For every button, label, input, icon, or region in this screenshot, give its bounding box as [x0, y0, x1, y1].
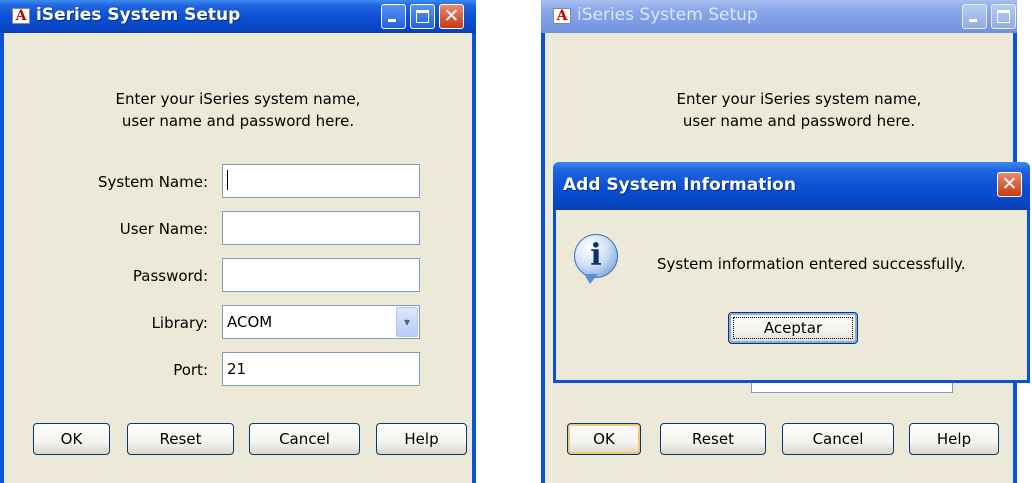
help-button[interactable]: Help [909, 423, 999, 455]
window-client-area: Enter your iSeries system name, user nam… [4, 33, 472, 483]
info-icon: i [574, 234, 618, 278]
system-name-label: System Name: [97, 173, 208, 191]
maximize-icon [997, 10, 1010, 23]
port-label: Port: [173, 361, 208, 379]
password-label: Password: [132, 267, 208, 285]
reset-button[interactable]: Reset [660, 423, 766, 455]
reset-button[interactable]: Reset [127, 423, 234, 455]
instructions: Enter your iSeries system name, user nam… [585, 88, 1013, 132]
app-icon: A [12, 8, 30, 24]
user-name-input[interactable] [222, 211, 420, 245]
library-label: Library: [151, 314, 208, 332]
instructions: Enter your iSeries system name, user nam… [4, 88, 472, 132]
dialog-title-bar[interactable]: Add System Information ✕ [553, 162, 1030, 210]
library-select[interactable]: ACOM ▾ [222, 305, 420, 339]
close-button[interactable]: ✕ [439, 4, 464, 29]
minimize-icon [388, 19, 396, 22]
help-button[interactable]: Help [376, 423, 467, 455]
minimize-icon [969, 19, 977, 22]
ok-button[interactable]: OK [567, 423, 641, 455]
dialog-client-area: i System information entered successfull… [556, 210, 1027, 380]
close-icon: ✕ [443, 5, 460, 27]
cancel-button[interactable]: Cancel [782, 423, 894, 455]
maximize-button[interactable] [410, 4, 435, 29]
dialog-message: System information entered successfully. [657, 255, 966, 273]
info-icon-tail [584, 274, 598, 284]
instructions-line-2: user name and password here. [121, 112, 355, 130]
add-system-information-dialog: Add System Information ✕ i System inform… [553, 162, 1030, 383]
close-icon: ✕ [1001, 173, 1018, 195]
aceptar-button[interactable]: Aceptar [728, 312, 858, 344]
title-bar[interactable]: A iSeries System Setup ✕ [0, 0, 476, 33]
dialog-close-button[interactable]: ✕ [997, 172, 1022, 197]
maximize-button[interactable] [991, 4, 1016, 29]
minimize-button[interactable] [962, 4, 987, 29]
cancel-button[interactable]: Cancel [249, 423, 360, 455]
title-bar[interactable]: A iSeries System Setup ✕ [541, 0, 1017, 33]
window-title: iSeries System Setup [577, 5, 758, 25]
chevron-down-icon[interactable]: ▾ [396, 307, 418, 337]
app-icon: A [553, 8, 571, 24]
maximize-icon [416, 10, 429, 23]
text-caret [227, 170, 228, 190]
window-title: iSeries System Setup [36, 5, 241, 25]
minimize-button[interactable] [381, 4, 406, 29]
user-name-label: User Name: [119, 220, 208, 238]
instructions-line-1: Enter your iSeries system name, [115, 90, 361, 108]
system-name-input[interactable] [222, 164, 420, 198]
instructions-line-2: user name and password here. [682, 112, 916, 130]
dialog-title: Add System Information [563, 175, 796, 195]
ok-button[interactable]: OK [33, 423, 110, 455]
focus-rectangle [733, 317, 853, 339]
setup-window-left: A iSeries System Setup ✕ Enter your iSer… [0, 0, 476, 483]
instructions-line-1: Enter your iSeries system name, [676, 90, 922, 108]
port-input[interactable]: 21 [222, 352, 420, 386]
library-value: ACOM [227, 313, 273, 331]
password-input[interactable] [222, 258, 420, 292]
